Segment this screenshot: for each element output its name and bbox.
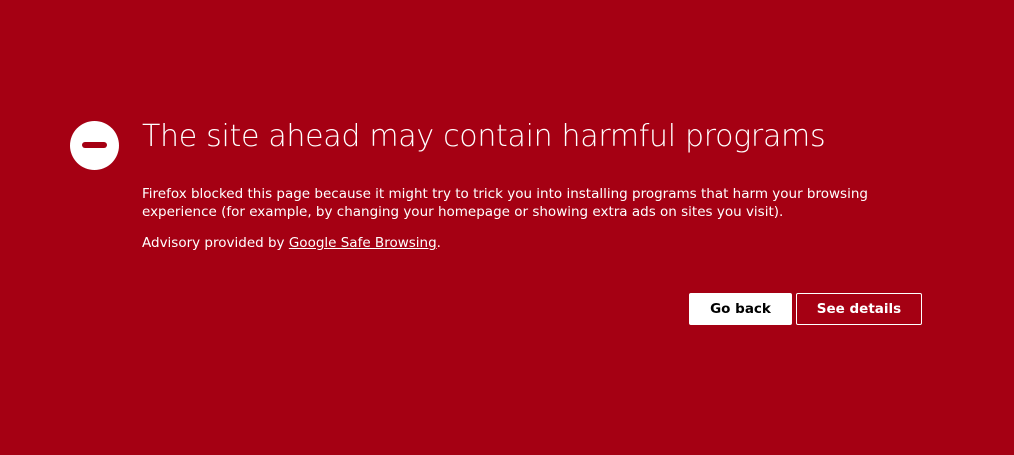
see-details-button[interactable]: See details bbox=[796, 293, 922, 325]
blocked-icon-bar bbox=[82, 142, 107, 148]
advisory-text: Advisory provided by Google Safe Browsin… bbox=[142, 234, 441, 252]
blocked-icon bbox=[70, 121, 119, 170]
error-description: Firefox blocked this page because it mig… bbox=[142, 186, 868, 220]
page-title: The site ahead may contain harmful progr… bbox=[142, 119, 826, 154]
advisory-suffix: . bbox=[436, 235, 441, 251]
advisory-prefix: Advisory provided by bbox=[142, 235, 289, 251]
google-safe-browsing-link[interactable]: Google Safe Browsing bbox=[289, 235, 437, 251]
blocked-page: The site ahead may contain harmful progr… bbox=[0, 0, 1014, 455]
go-back-button[interactable]: Go back bbox=[689, 293, 792, 325]
